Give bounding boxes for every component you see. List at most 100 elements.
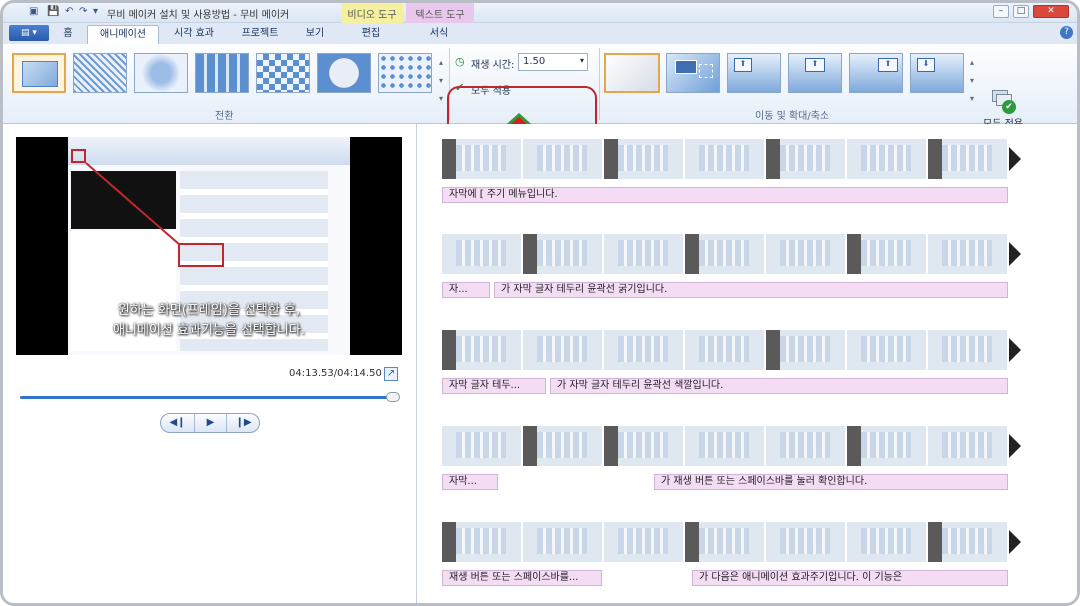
clip-frame[interactable] xyxy=(523,426,603,466)
clip-frame[interactable] xyxy=(847,234,927,274)
clip-frame[interactable] xyxy=(685,234,765,274)
tab-edit[interactable]: 편집 xyxy=(347,25,395,44)
track-end-marker xyxy=(1009,147,1021,171)
storyboard-track: 자... 가 자막 글자 테두리 윤곽선 굵기입니다. xyxy=(442,234,1022,298)
playback-time: 04:13.53/04:14.50 xyxy=(289,368,382,379)
clip-frame[interactable] xyxy=(766,522,846,562)
tab-project[interactable]: 프로젝트 xyxy=(231,25,289,44)
transition-cross-pattern[interactable] xyxy=(195,53,249,93)
close-button[interactable]: ✕ xyxy=(1033,5,1069,18)
expand-preview-icon[interactable]: ↗ xyxy=(384,367,398,381)
clip-frame[interactable] xyxy=(685,426,765,466)
transition-dissolve[interactable] xyxy=(134,53,188,93)
maximize-button[interactable]: □ xyxy=(1013,5,1029,18)
pan-zoom-up[interactable]: ⬆ xyxy=(727,53,781,93)
clip-frame[interactable] xyxy=(604,522,684,562)
caption-clip[interactable]: 가 자막 글자 테두리 윤곽선 굵기입니다. xyxy=(494,282,1008,298)
clip-frame[interactable] xyxy=(928,139,1008,179)
clip-frame[interactable] xyxy=(928,426,1008,466)
save-icon[interactable]: 💾 xyxy=(47,6,59,17)
pan-zoom-right-up[interactable]: ⬆ xyxy=(849,53,903,93)
track-end-marker xyxy=(1009,530,1021,554)
preview-subtitle-line-2: 애니메이션 효과기능을 선택합니다. xyxy=(113,323,305,338)
transition-checkerboard[interactable] xyxy=(256,53,310,93)
clip-frame[interactable] xyxy=(604,139,684,179)
clip-frame[interactable] xyxy=(523,522,603,562)
transition-none[interactable] xyxy=(12,53,66,93)
caption-clip[interactable]: 자막... xyxy=(442,474,498,490)
tab-format[interactable]: 서식 xyxy=(413,25,465,44)
transition-crossfade[interactable] xyxy=(73,53,127,93)
app-icon[interactable]: ▣ xyxy=(29,6,38,17)
tab-visual-effects[interactable]: 시각 효과 xyxy=(163,25,225,44)
pan-zoom-down[interactable]: ⬇ xyxy=(910,53,964,93)
caption-clip[interactable]: 재생 버튼 또는 스페이스바를... xyxy=(442,570,602,586)
apply-all-stack-icon: ✔ xyxy=(990,88,1016,114)
clip-frame[interactable] xyxy=(847,139,927,179)
seek-slider-thumb[interactable] xyxy=(386,392,400,402)
play-button[interactable]: ▶ xyxy=(194,414,227,432)
transition-circle[interactable] xyxy=(317,53,371,93)
clip-frame[interactable] xyxy=(604,426,684,466)
clip-frame[interactable] xyxy=(928,330,1008,370)
qat-dropdown-icon[interactable]: ▾ xyxy=(93,6,98,17)
ribbon-animation: ▴ ▾ ▾ 전환 ◷ 재생 시간: 1.50 ▾ ✔ 모두 적용 ⬆ ⬆ ⬆ ⬇ ▴ ▾… xyxy=(3,44,1077,154)
clip-frame[interactable] xyxy=(766,426,846,466)
pan-zoom-automatic[interactable] xyxy=(666,53,720,93)
undo-icon[interactable]: ↶ xyxy=(65,6,73,17)
clip-frame[interactable] xyxy=(847,330,927,370)
help-icon[interactable]: ? xyxy=(1060,26,1073,39)
tab-home[interactable]: 홈 xyxy=(53,25,83,44)
storyboard-track: 자막 글자 테두... 가 자막 글자 테두리 윤곽선 색깔입니다. xyxy=(442,330,1022,394)
caption-clip[interactable]: 자... xyxy=(442,282,490,298)
previous-frame-button[interactable]: ◀❙ xyxy=(161,414,194,432)
duration-select[interactable]: 1.50 ▾ xyxy=(518,53,588,71)
seek-slider[interactable] xyxy=(20,396,398,399)
clip-frame[interactable] xyxy=(604,234,684,274)
caption-clip[interactable]: 자막 글자 테두... xyxy=(442,378,546,394)
clip-frame[interactable] xyxy=(604,330,684,370)
clip-frame[interactable] xyxy=(442,426,522,466)
clip-frame[interactable] xyxy=(442,139,522,179)
pan-zoom-scroll[interactable]: ▴ ▾ ▾ xyxy=(967,54,977,114)
redo-icon[interactable]: ↷ xyxy=(79,6,87,17)
clip-frame[interactable] xyxy=(685,522,765,562)
pan-zoom-none[interactable] xyxy=(604,53,660,93)
clip-frame[interactable] xyxy=(523,330,603,370)
video-preview: 원하는 화면(프레임)을 선택한 후, 애니메이션 효과기능을 선택합니다. xyxy=(16,137,402,355)
ribbon-tab-bar: ▤ ▾ 홈 애니메이션 시각 효과 프로젝트 보기 편집 서식 ? xyxy=(3,23,1077,44)
tab-animation[interactable]: 애니메이션 xyxy=(87,25,159,44)
track-end-marker xyxy=(1009,434,1021,458)
clip-frame[interactable] xyxy=(523,234,603,274)
clip-frame[interactable] xyxy=(766,139,846,179)
window-title: 무비 메이커 설치 및 사용방법 - 무비 메이커 xyxy=(107,10,290,21)
next-frame-button[interactable]: ❙▶ xyxy=(227,414,260,432)
clip-frame[interactable] xyxy=(442,522,522,562)
caption-clip[interactable]: 가 다음은 애니메이션 효과주기입니다. 이 기능은 xyxy=(692,570,1008,586)
chevron-down-icon: ▾ xyxy=(579,56,584,65)
transitions-group-label: 전환 xyxy=(215,111,234,122)
caption-clip[interactable]: 가 재생 버튼 또는 스페이스바를 눌러 확인합니다. xyxy=(654,474,1008,490)
clip-frame[interactable] xyxy=(442,234,522,274)
clip-frame[interactable] xyxy=(928,522,1008,562)
clip-frame[interactable] xyxy=(766,330,846,370)
clip-frame[interactable] xyxy=(685,330,765,370)
transitions-scroll[interactable]: ▴ ▾ ▾ xyxy=(436,54,446,114)
clip-frame[interactable] xyxy=(442,330,522,370)
clip-frame[interactable] xyxy=(523,139,603,179)
minimize-button[interactable]: – xyxy=(993,5,1009,18)
transition-dots[interactable] xyxy=(378,53,432,93)
pan-zoom-center-up[interactable]: ⬆ xyxy=(788,53,842,93)
clip-frame[interactable] xyxy=(685,139,765,179)
arrow-down-icon: ⬇ xyxy=(917,58,935,72)
caption-clip[interactable]: 가 자막 글자 테두리 윤곽선 색깔입니다. xyxy=(550,378,1008,394)
clip-frame[interactable] xyxy=(847,522,927,562)
clip-frame[interactable] xyxy=(847,426,927,466)
file-menu-button[interactable]: ▤ ▾ xyxy=(9,25,49,41)
separator xyxy=(599,48,600,120)
clip-frame[interactable] xyxy=(928,234,1008,274)
clip-frame[interactable] xyxy=(766,234,846,274)
tab-view[interactable]: 보기 xyxy=(295,25,335,44)
caption-clip[interactable]: 자막에 [ 주기 메뉴입니다. xyxy=(442,187,1008,203)
storyboard-track: 자막... 가 재생 버튼 또는 스페이스바를 눌러 확인합니다. xyxy=(442,426,1022,490)
